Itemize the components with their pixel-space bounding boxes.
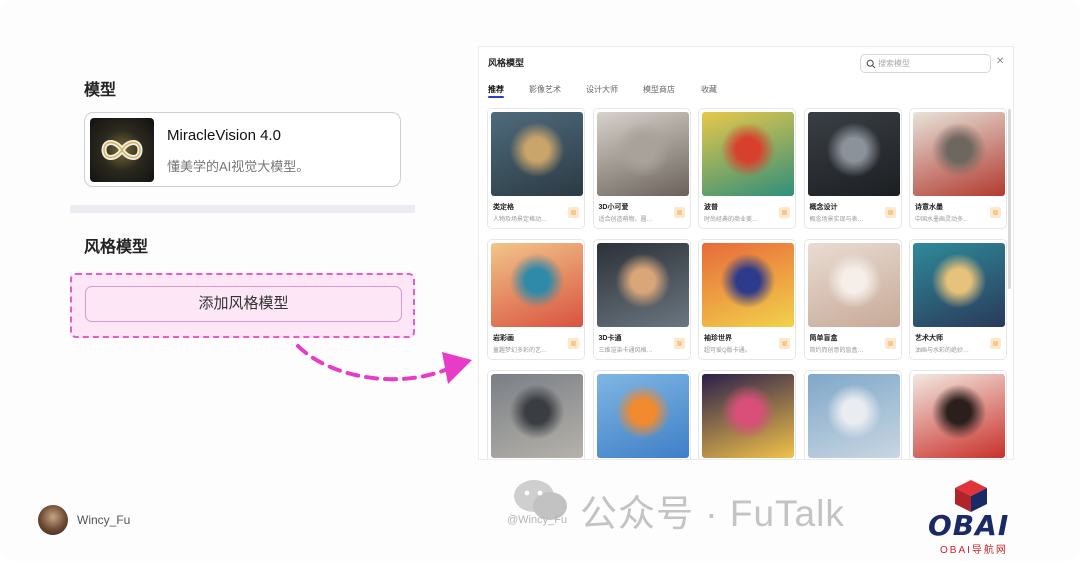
style-model-thumbnail bbox=[913, 112, 1005, 196]
style-model-card[interactable]: 艺术大师油画与水彩的绝妙… bbox=[909, 239, 1007, 360]
model-section-title: 模型 bbox=[84, 82, 117, 99]
section-divider bbox=[70, 205, 415, 213]
watermark-handle: @Wincy_Fu bbox=[507, 514, 568, 526]
style-model-name: 波普 bbox=[704, 204, 718, 211]
style-model-thumbnail bbox=[807, 374, 900, 458]
style-model-name: 概念设计 bbox=[809, 204, 838, 211]
tab-favorites[interactable]: 收藏 bbox=[701, 84, 717, 95]
favorite-icon[interactable] bbox=[673, 207, 685, 218]
author-name: Wincy_Fu bbox=[77, 513, 131, 527]
style-model-description: 时尚经典的商业美… bbox=[704, 217, 759, 223]
tab-model-store[interactable]: 模型商店 bbox=[643, 84, 675, 95]
favorite-icon[interactable] bbox=[779, 338, 790, 349]
style-model-thumbnail bbox=[702, 374, 794, 458]
logo-text: OBAI bbox=[928, 509, 1010, 542]
style-model-description: 油画与水彩的绝妙… bbox=[915, 348, 970, 354]
style-model-thumbnail bbox=[702, 243, 794, 327]
model-card[interactable]: MiracleVision 4.0 懂美学的AI视觉大模型。 bbox=[84, 112, 401, 187]
canvas: 模型 MiracleVision 4.0 懂美学的AI视觉大模型。 风格模型 添… bbox=[0, 0, 1080, 561]
style-model-card[interactable]: 袖珍世界超可爱Q版卡通。 bbox=[698, 239, 796, 360]
favorite-icon[interactable] bbox=[568, 338, 579, 349]
style-model-card[interactable]: 概念设计概念场景实现与表… bbox=[803, 108, 902, 229]
style-model-description: 适合创造萌物。圆… bbox=[598, 217, 653, 223]
style-model-name: 岩彩画 bbox=[493, 335, 514, 342]
style-model-description: 三维渲染卡通风格… bbox=[598, 348, 653, 354]
style-model-thumbnail bbox=[596, 243, 689, 327]
style-model-thumbnail bbox=[491, 243, 583, 327]
close-icon[interactable]: ✕ bbox=[996, 56, 1004, 67]
style-model-thumbnail bbox=[807, 243, 900, 327]
search-input[interactable] bbox=[878, 57, 986, 70]
style-model-name: 类定格 bbox=[493, 204, 514, 211]
active-tab-underline bbox=[488, 96, 504, 98]
dashed-arrow-icon bbox=[296, 344, 472, 384]
style-model-thumbnail bbox=[491, 374, 583, 458]
favorite-icon[interactable] bbox=[990, 207, 1001, 218]
style-model-thumbnail bbox=[913, 374, 1005, 458]
avatar bbox=[38, 505, 68, 535]
style-section-title: 风格模型 bbox=[84, 239, 149, 256]
scrollbar[interactable] bbox=[1008, 109, 1011, 289]
infinity-logo-icon bbox=[101, 140, 143, 160]
model-thumbnail bbox=[90, 118, 154, 182]
style-model-name: 袖珍世界 bbox=[704, 335, 732, 342]
style-model-dialog: 风格模型 ✕ 推荐 影像艺术 设计大师 模型商店 收藏 类定格人物及场景定格动…… bbox=[478, 46, 1014, 460]
style-model-card[interactable]: 简单盲盒简约而创意的盲盒… bbox=[803, 239, 902, 360]
favorite-icon[interactable] bbox=[568, 207, 579, 218]
style-model-name: 3D小可爱 bbox=[598, 204, 629, 211]
style-model-name: 诗意水墨 bbox=[915, 204, 943, 211]
style-model-card[interactable] bbox=[592, 370, 691, 459]
tab-design-master[interactable]: 设计大师 bbox=[586, 84, 618, 95]
model-description: 懂美学的AI视觉大模型。 bbox=[167, 159, 310, 174]
favorite-icon[interactable] bbox=[884, 207, 896, 218]
style-model-card[interactable] bbox=[803, 370, 902, 459]
style-model-name: 3D卡通 bbox=[598, 335, 622, 342]
watermark-text: 公众号 · FuTalk bbox=[580, 493, 845, 534]
style-model-name: 简单盲盒 bbox=[809, 335, 838, 342]
favorite-icon[interactable] bbox=[673, 338, 685, 349]
style-model-card[interactable] bbox=[909, 370, 1007, 459]
style-model-card[interactable]: 波普时尚经典的商业美… bbox=[698, 108, 796, 229]
style-model-thumbnail bbox=[491, 112, 583, 196]
model-name: MiracleVision 4.0 bbox=[167, 127, 281, 144]
style-model-card[interactable]: 岩彩画童趣梦幻多彩的艺… bbox=[487, 239, 585, 360]
style-model-card[interactable]: 3D小可爱适合创造萌物。圆… bbox=[592, 108, 691, 229]
style-model-description: 中国水墨画灵动多… bbox=[915, 217, 970, 223]
tab-recommended[interactable]: 推荐 bbox=[488, 84, 504, 95]
style-model-thumbnail bbox=[596, 374, 689, 458]
dialog-title: 风格模型 bbox=[488, 58, 525, 68]
style-model-card[interactable]: 3D卡通三维渲染卡通风格… bbox=[592, 239, 691, 360]
search-box bbox=[860, 54, 991, 73]
model-settings-panel: 模型 MiracleVision 4.0 懂美学的AI视觉大模型。 风格模型 添… bbox=[70, 60, 415, 350]
style-model-card[interactable]: 诗意水墨中国水墨画灵动多… bbox=[909, 108, 1007, 229]
style-model-thumbnail bbox=[807, 112, 900, 196]
add-style-model-button[interactable]: 添加风格模型 bbox=[85, 286, 402, 322]
style-model-highlight: 添加风格模型 bbox=[70, 273, 415, 338]
favorite-icon[interactable] bbox=[779, 207, 790, 218]
style-model-description: 童趣梦幻多彩的艺… bbox=[493, 348, 548, 354]
style-model-thumbnail bbox=[596, 112, 689, 196]
style-model-card[interactable] bbox=[487, 370, 585, 459]
style-model-description: 概念场景实现与表… bbox=[809, 217, 864, 223]
style-model-name: 艺术大师 bbox=[915, 335, 943, 342]
style-model-description: 人物及场景定格动… bbox=[493, 217, 548, 223]
style-model-thumbnail bbox=[913, 243, 1005, 327]
favorite-icon[interactable] bbox=[990, 338, 1001, 349]
style-model-card[interactable] bbox=[698, 370, 796, 459]
tab-photo-art[interactable]: 影像艺术 bbox=[529, 84, 561, 95]
style-model-card[interactable]: 类定格人物及场景定格动… bbox=[487, 108, 585, 229]
style-model-thumbnail bbox=[702, 112, 794, 196]
search-icon bbox=[866, 59, 876, 69]
style-model-description: 超可爱Q版卡通。 bbox=[704, 348, 751, 354]
favorite-icon[interactable] bbox=[884, 338, 896, 349]
logo-subtitle: OBAI导航网 bbox=[940, 545, 1008, 556]
style-model-description: 简约而创意的盲盒… bbox=[809, 348, 864, 354]
